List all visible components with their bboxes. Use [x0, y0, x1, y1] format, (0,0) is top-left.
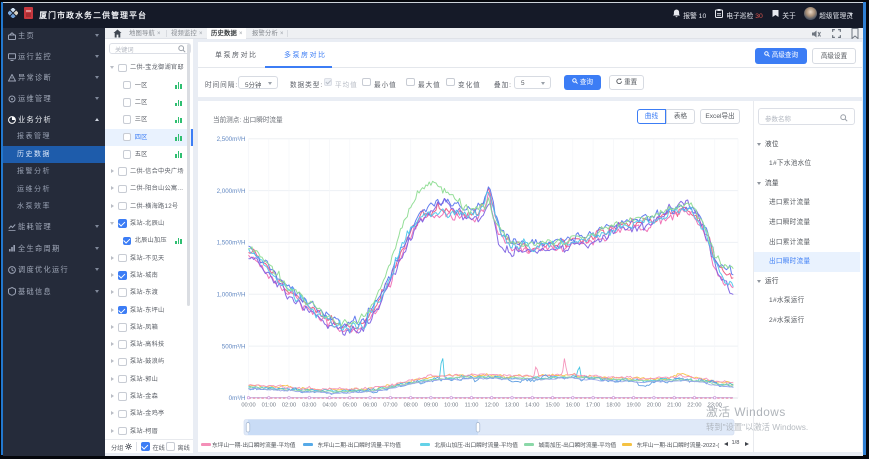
- svg-text:16:00: 16:00: [566, 402, 580, 408]
- svg-text:08:00: 08:00: [404, 402, 418, 408]
- svg-text:2,000m³/H: 2,000m³/H: [217, 187, 246, 194]
- svg-text:00:00: 00:00: [241, 402, 255, 408]
- svg-text:18:00: 18:00: [606, 402, 620, 408]
- svg-text:15:00: 15:00: [545, 402, 559, 408]
- svg-text:09:00: 09:00: [424, 402, 438, 408]
- svg-text:07:00: 07:00: [383, 402, 397, 408]
- svg-text:10:00: 10:00: [444, 402, 458, 408]
- svg-text:500m³/H: 500m³/H: [222, 343, 246, 350]
- svg-text:02:00: 02:00: [282, 402, 296, 408]
- svg-text:06:00: 06:00: [363, 402, 377, 408]
- svg-text:04:00: 04:00: [322, 402, 336, 408]
- svg-text:12:00: 12:00: [485, 402, 499, 408]
- svg-text:0m³/H: 0m³/H: [229, 395, 246, 402]
- svg-text:05:00: 05:00: [343, 402, 357, 408]
- svg-text:22:00: 22:00: [687, 402, 701, 408]
- svg-text:1,000m³/H: 1,000m³/H: [217, 291, 246, 298]
- svg-text:13:00: 13:00: [505, 402, 519, 408]
- svg-text:19:00: 19:00: [626, 402, 640, 408]
- svg-text:01:00: 01:00: [262, 402, 276, 408]
- svg-text:17:00: 17:00: [586, 402, 600, 408]
- svg-text:21:00: 21:00: [667, 402, 681, 408]
- svg-text:1,500m³/H: 1,500m³/H: [217, 239, 246, 246]
- svg-text:14:00: 14:00: [525, 402, 539, 408]
- svg-text:11:00: 11:00: [465, 402, 479, 408]
- svg-text:20:00: 20:00: [647, 402, 661, 408]
- svg-text:03:00: 03:00: [302, 402, 316, 408]
- svg-text:2,500m³/H: 2,500m³/H: [217, 135, 246, 142]
